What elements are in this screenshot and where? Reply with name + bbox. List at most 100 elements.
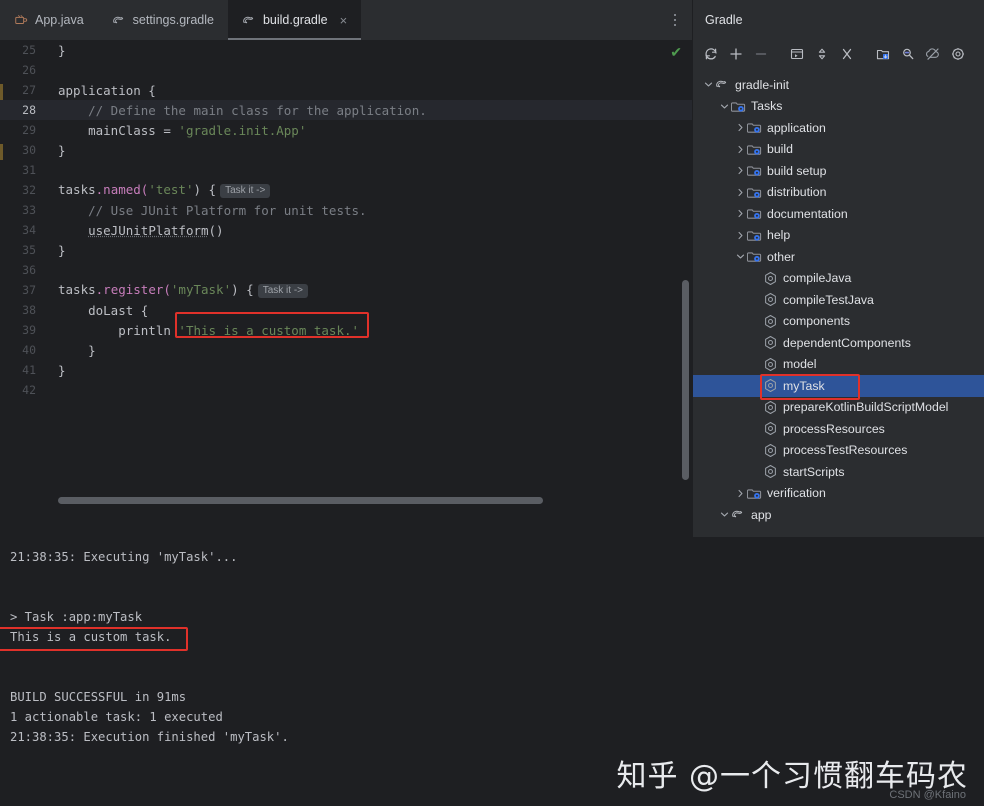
code-line[interactable]: 25} [0, 40, 692, 60]
editor-tab-settings-gradle[interactable]: settings.gradle [98, 0, 228, 40]
detach-gradle-project-icon[interactable] [749, 43, 772, 66]
gradle-task-icon [763, 357, 778, 372]
toggle-offline-mode-icon[interactable] [871, 43, 894, 66]
chevron-right-icon[interactable] [733, 166, 747, 175]
attach-gradle-project-icon[interactable] [785, 43, 808, 66]
gradle-tree-item-processresources[interactable]: processResources [693, 418, 984, 440]
gradle-tree-item-preparekotlinbuildscriptmodel[interactable]: prepareKotlinBuildScriptModel [693, 397, 984, 419]
gradle-tree-item-model[interactable]: model [693, 354, 984, 376]
line-number: 27 [22, 83, 36, 97]
gradle-task-tree[interactable]: gradle-init Tasks application build build se… [693, 68, 984, 526]
gradle-tree-item-app[interactable]: app [693, 504, 984, 526]
editor-horizontal-scrollbar[interactable] [58, 497, 680, 504]
execute-task-icon[interactable] [835, 43, 858, 66]
chevron-right-icon[interactable] [733, 123, 747, 132]
chevron-right-icon[interactable] [733, 489, 747, 498]
gradle-tree-item-compiletestjava[interactable]: compileTestJava [693, 289, 984, 311]
gradle-tool-window: Gradle gradle-init Tasks application build b… [692, 0, 984, 537]
skip-tests-icon[interactable] [921, 43, 944, 66]
gradle-tree-item-label: Tasks [751, 99, 783, 114]
run-console[interactable]: 21:38:35: Executing 'myTask'... > Task :a… [0, 537, 984, 749]
code-token: 'This is a custom task.' [178, 322, 360, 338]
line-number: 41 [22, 363, 36, 377]
java-class-icon [14, 13, 28, 27]
chevron-right-icon[interactable] [733, 145, 747, 154]
gradle-tree-item-components[interactable]: components [693, 311, 984, 333]
gradle-tree-item-dependentcomponents[interactable]: dependentComponents [693, 332, 984, 354]
gradle-tree-item-verification[interactable]: verification [693, 483, 984, 505]
chevron-down-icon[interactable] [717, 510, 731, 519]
chevron-down-icon[interactable] [717, 102, 731, 111]
editor-body[interactable]: ✔ 25} 26 27 application {28 // Define the m… [0, 40, 692, 527]
gradle-tree-item-label: documentation [767, 206, 848, 221]
editor-tab-build-gradle[interactable]: build.gradle × [227, 0, 362, 40]
gradle-tree-item-distribution[interactable]: distribution [693, 182, 984, 204]
gradle-tree-item-application[interactable]: application [693, 117, 984, 139]
line-number: 35 [22, 243, 36, 257]
code-line-text: } [46, 363, 66, 378]
chevron-right-icon[interactable] [733, 231, 747, 240]
gradle-tree-item-build[interactable]: build [693, 139, 984, 161]
gradle-tree-item-compilejava[interactable]: compileJava [693, 268, 984, 290]
code-line[interactable]: 38 doLast { [0, 300, 692, 320]
code-line[interactable]: 40 } [0, 340, 692, 360]
expand-collapse-icon[interactable] [810, 43, 833, 66]
code-line[interactable]: 39 println 'This is a custom task.' [0, 320, 692, 340]
code-token: mainClass = [58, 122, 179, 138]
chevron-right-icon[interactable] [733, 188, 747, 197]
gradle-tree-item-gradle-init[interactable]: gradle-init [693, 74, 984, 96]
chevron-down-icon[interactable] [701, 80, 715, 89]
code-token: doLast { [58, 302, 149, 318]
link-gradle-project-icon[interactable] [724, 43, 747, 66]
line-number: 32 [22, 183, 36, 197]
reload-all-gradle-projects-icon[interactable] [699, 43, 722, 66]
code-line[interactable]: 42 [0, 380, 692, 400]
code-line[interactable]: 35} [0, 240, 692, 260]
gradle-tree-item-label: compileJava [783, 271, 852, 286]
gradle-tree-item-label: build setup [767, 163, 827, 178]
code-token: tasks [58, 182, 96, 198]
code-line[interactable]: 30} [0, 140, 692, 160]
gradle-tree-item-help[interactable]: help [693, 225, 984, 247]
gradle-panel-title: Gradle [705, 13, 743, 27]
gradle-tree-item-tasks[interactable]: Tasks [693, 96, 984, 118]
editor-vertical-scrollbar[interactable] [682, 280, 689, 480]
watermark-bar: 知乎 @一个习惯翻车码农 CSDN @Kfaino [0, 749, 984, 806]
task-folder-icon [746, 206, 762, 221]
code-line[interactable]: 32 tasks.named('test') {Task it -> [0, 180, 692, 200]
task-folder-icon [746, 249, 762, 264]
line-number: 37 [22, 283, 36, 297]
code-token: } [58, 242, 66, 258]
line-number: 31 [22, 163, 36, 177]
gradle-tree-item-processtestresources[interactable]: processTestResources [693, 440, 984, 462]
gradle-tree-item-mytask[interactable]: myTask [693, 374, 984, 400]
more-options-icon[interactable] [662, 0, 688, 40]
code-line[interactable]: 26 [0, 60, 692, 80]
code-line[interactable]: 34 useJUnitPlatform() [0, 220, 692, 240]
scrollbar-thumb[interactable] [58, 497, 544, 504]
chevron-down-icon[interactable] [733, 252, 747, 261]
task-folder-icon [746, 163, 762, 178]
chevron-right-icon[interactable] [733, 209, 747, 218]
show-dependencies-icon[interactable] [896, 43, 919, 66]
code-line[interactable]: 31 [0, 160, 692, 180]
code-line[interactable]: 41} [0, 360, 692, 380]
line-number: 42 [22, 383, 36, 397]
code-line[interactable]: 36 [0, 260, 692, 280]
code-token: // Define the main class for the applica… [58, 102, 427, 118]
code-area[interactable]: 25} 26 27 application {28 // Define the mai… [0, 40, 692, 527]
code-line[interactable]: 33 // Use JUnit Platform for unit tests. [0, 200, 692, 220]
editor-tab-app-java[interactable]: App.java [0, 0, 98, 40]
code-line[interactable]: 29 mainClass = 'gradle.init.App' [0, 120, 692, 140]
gradle-tree-item-other[interactable]: other [693, 246, 984, 268]
close-icon[interactable]: × [340, 14, 348, 27]
gradle-tree-item-startscripts[interactable]: startScripts [693, 461, 984, 483]
gradle-tree-item-documentation[interactable]: documentation [693, 203, 984, 225]
code-line[interactable]: 37 tasks.register('myTask') {Task it -> [0, 280, 692, 300]
ide-window: App.java settings.gradle build.gradle × ✔ 2… [0, 0, 984, 806]
gradle-tree-item-build-setup[interactable]: build setup [693, 160, 984, 182]
code-line[interactable]: 28 // Define the main class for the appl… [0, 100, 692, 120]
gradle-tree-item-label: processTestResources [783, 443, 908, 458]
gradle-settings-icon[interactable] [946, 43, 969, 66]
code-line[interactable]: 27 application { [0, 80, 692, 100]
